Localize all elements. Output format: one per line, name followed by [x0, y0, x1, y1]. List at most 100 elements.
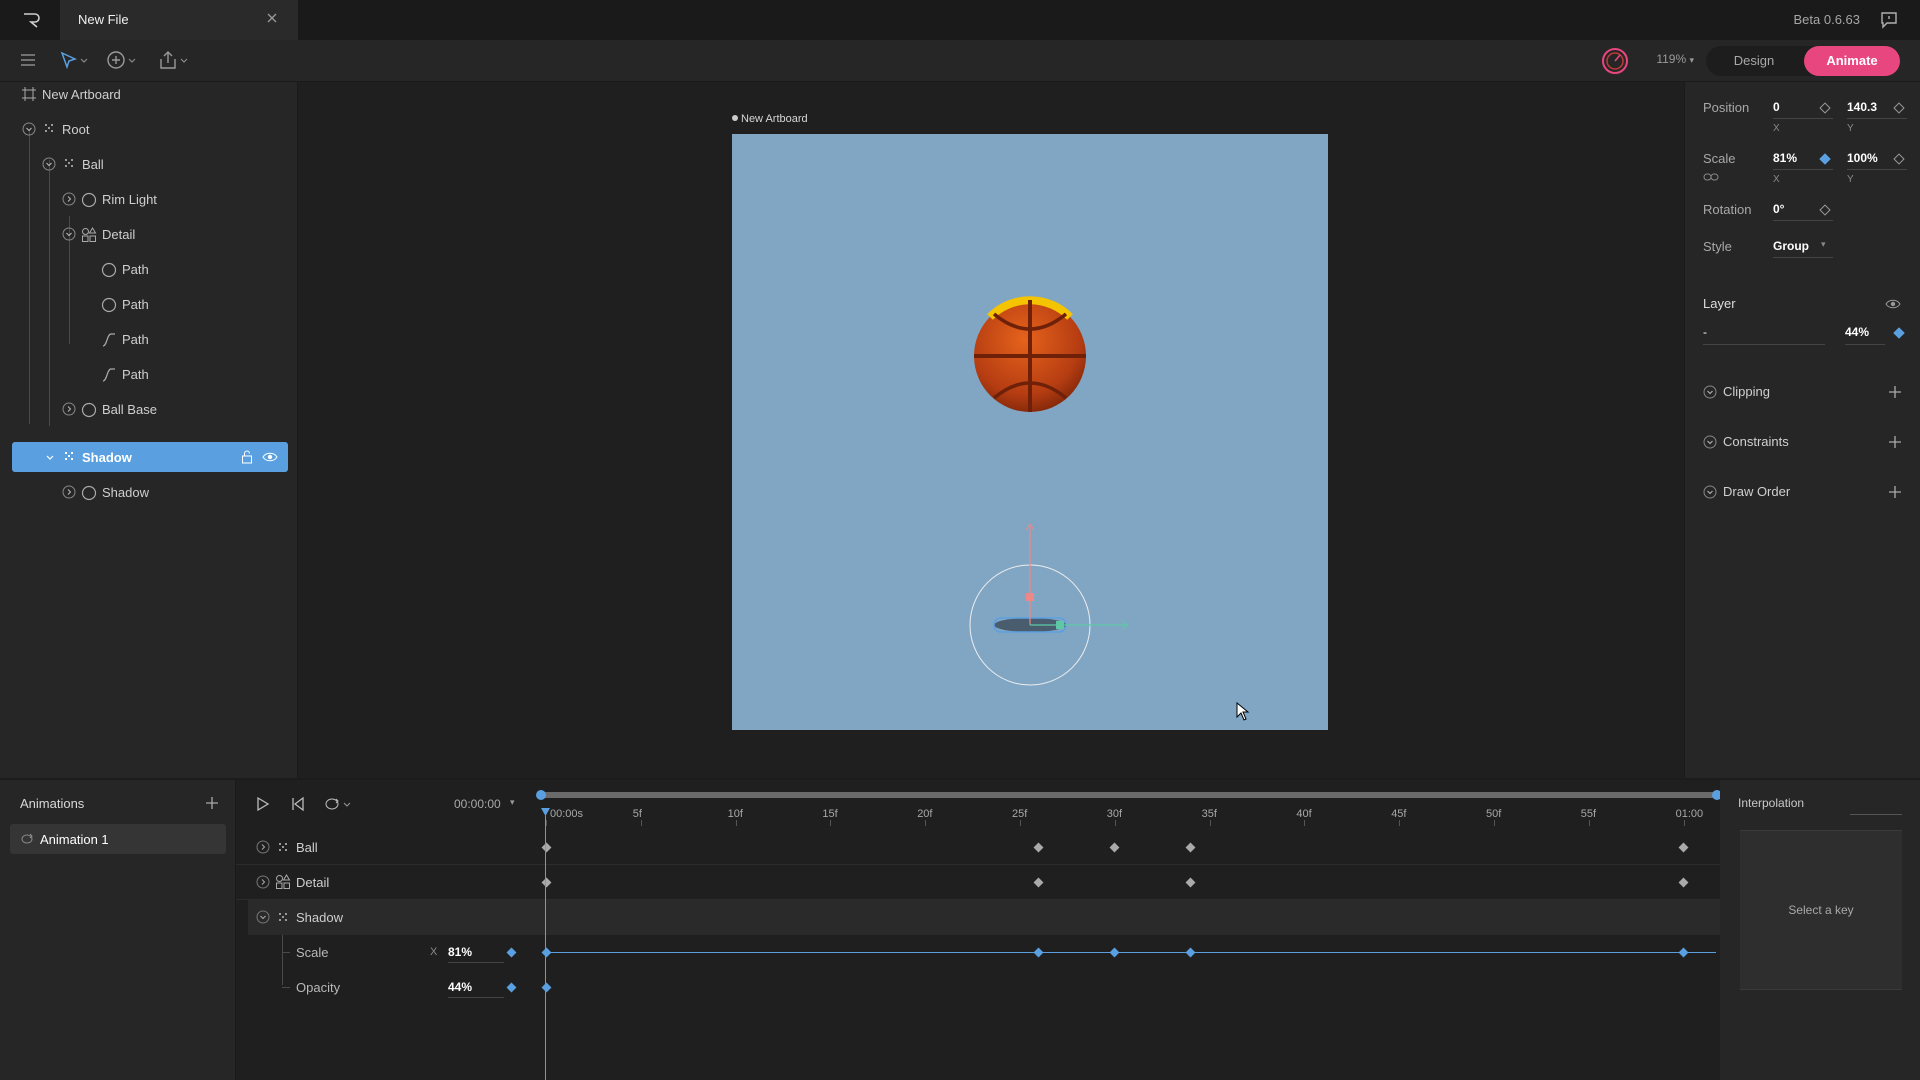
performance-gauge-icon[interactable] — [1600, 46, 1630, 76]
playhead-line[interactable] — [545, 812, 546, 1080]
tree-row-shadow-selected[interactable]: Shadow — [0, 442, 298, 472]
add-constraint-icon[interactable] — [1887, 434, 1903, 450]
timeline-scrollbar[interactable] — [538, 792, 1718, 798]
zoom-level[interactable]: 119% ▾ — [1656, 52, 1694, 66]
tree-row-rim-light[interactable]: Rim Light — [0, 184, 298, 214]
collapse-toggle-icon[interactable] — [44, 451, 56, 463]
keyframe-set-icon[interactable] — [1819, 153, 1831, 165]
artboard-name-tag[interactable]: New Artboard — [732, 113, 808, 125]
basketball[interactable] — [974, 296, 1086, 412]
expand-toggle-icon[interactable] — [256, 875, 270, 889]
keyframe-toggle-icon[interactable] — [1819, 102, 1831, 114]
expand-toggle-icon[interactable] — [1703, 385, 1717, 399]
close-tab-icon[interactable] — [266, 12, 280, 26]
curve-editor[interactable]: Select a key — [1740, 830, 1902, 990]
add-draw-order-icon[interactable] — [1887, 484, 1903, 500]
visibility-eye-icon[interactable] — [262, 450, 278, 464]
tree-row-root[interactable]: Root — [0, 114, 298, 144]
ellipse-shape-icon — [81, 402, 97, 418]
track-row-ball[interactable]: Ball — [236, 830, 1720, 865]
tree-row-detail[interactable]: Detail — [0, 219, 298, 249]
group-node-icon — [277, 841, 289, 853]
collapse-toggle-icon[interactable] — [62, 227, 76, 241]
artboard[interactable] — [732, 134, 1328, 730]
visibility-eye-icon[interactable] — [1885, 297, 1901, 311]
collapse-toggle-icon[interactable] — [42, 157, 56, 171]
scale-x-input[interactable]: 81% — [1773, 151, 1797, 165]
collapse-toggle-icon[interactable] — [22, 122, 36, 136]
keyframe-toggle-icon[interactable] — [1893, 153, 1905, 165]
playhead-handle[interactable] — [541, 808, 550, 816]
chevron-down-icon[interactable]: ▾ — [1821, 239, 1826, 250]
keyframe-toggle-icon[interactable] — [1819, 204, 1831, 216]
tree-row-path[interactable]: Path — [0, 359, 298, 389]
tree-row-ball-base[interactable]: Ball Base — [0, 394, 298, 424]
opacity-value-input[interactable]: 44% — [448, 980, 472, 994]
file-tab[interactable]: New File — [60, 0, 298, 40]
expand-toggle-icon[interactable] — [62, 192, 76, 206]
app-logo-icon[interactable] — [22, 11, 40, 29]
zoom-value: 119% — [1656, 52, 1687, 66]
feedback-icon[interactable] — [1880, 11, 1898, 29]
blend-mode-select[interactable]: - — [1703, 325, 1707, 339]
expand-toggle-icon[interactable] — [62, 485, 76, 499]
interpolation-select[interactable] — [1850, 814, 1902, 815]
tree-item-label: Path — [122, 332, 149, 347]
create-tool-icon[interactable] — [106, 50, 140, 70]
keyframe-toggle-icon[interactable] — [1893, 102, 1905, 114]
shadow-selection[interactable] — [969, 523, 1129, 686]
layer-section-title: Layer — [1703, 296, 1736, 311]
keyframe-set-icon[interactable] — [506, 982, 517, 993]
add-clipping-icon[interactable] — [1887, 384, 1903, 400]
style-select[interactable]: Group — [1773, 239, 1809, 253]
constraints-section[interactable]: Constraints — [1703, 434, 1903, 454]
link-scale-icon[interactable] — [1703, 172, 1719, 182]
draw-order-section[interactable]: Draw Order — [1703, 484, 1903, 504]
tree-row-shadow[interactable]: Shadow — [0, 477, 298, 507]
expand-toggle-icon[interactable] — [1703, 485, 1717, 499]
play-icon[interactable] — [254, 796, 270, 812]
tree-row-path[interactable]: Path — [0, 289, 298, 319]
property-row-opacity[interactable]: Opacity 44% — [236, 970, 1720, 1005]
select-tool-icon[interactable] — [58, 50, 92, 70]
position-x-input[interactable]: 0 — [1773, 100, 1780, 114]
skip-to-start-icon[interactable] — [290, 796, 306, 812]
add-animation-icon[interactable] — [204, 795, 220, 811]
keyframe-set-icon[interactable] — [506, 947, 517, 958]
animate-mode-button[interactable]: Animate — [1804, 46, 1900, 76]
scale-value-input[interactable]: 81% — [448, 945, 472, 959]
time-ruler[interactable]: 00:00s 5f 10f 15f 20f 25f 30f 35f 40f 45f 50f 55f 01… — [536, 806, 1720, 826]
clipping-section[interactable]: Clipping — [1703, 384, 1903, 404]
loop-mode-icon[interactable] — [324, 796, 354, 812]
scale-y-input[interactable]: 100% — [1847, 151, 1878, 165]
export-tool-icon[interactable] — [158, 50, 192, 70]
expand-toggle-icon[interactable] — [62, 402, 76, 416]
ellipse-path-icon — [101, 297, 117, 313]
expand-toggle-icon[interactable] — [256, 840, 270, 854]
current-time[interactable]: 00:00:00 — [454, 797, 501, 811]
collapse-toggle-icon[interactable] — [256, 910, 270, 924]
tree-row-path[interactable]: Path — [0, 324, 298, 354]
ellipse-shape-icon — [81, 485, 97, 501]
menu-icon[interactable] — [18, 50, 38, 70]
scroll-handle-start[interactable] — [536, 790, 546, 800]
layer-opacity-input[interactable]: 44% — [1845, 325, 1869, 339]
inspector-panel: Position 0 140.3 X Y Scale 81% 100% X Y … — [1684, 82, 1920, 778]
track-row-shadow[interactable]: Shadow — [248, 900, 1720, 935]
animation-list-item[interactable]: Animation 1 — [10, 824, 226, 854]
tree-row-ball[interactable]: Ball — [0, 149, 298, 179]
tree-row-path[interactable]: Path — [0, 254, 298, 284]
rotation-input[interactable]: 0° — [1773, 202, 1784, 216]
design-mode-button[interactable]: Design — [1706, 46, 1802, 76]
track-label: Ball — [296, 840, 318, 855]
file-tab-title: New File — [78, 12, 129, 27]
keyframe-set-icon[interactable] — [1893, 327, 1905, 339]
lock-icon[interactable] — [240, 450, 254, 464]
chevron-down-icon[interactable]: ▾ — [510, 797, 515, 808]
track-row-detail[interactable]: Detail — [236, 865, 1720, 900]
position-y-input[interactable]: 140.3 — [1847, 100, 1877, 114]
artboard-row[interactable]: New Artboard — [0, 79, 298, 109]
ruler-tick-label: 20f — [917, 808, 933, 820]
expand-toggle-icon[interactable] — [1703, 435, 1717, 449]
axis-x-label: X — [430, 946, 438, 958]
